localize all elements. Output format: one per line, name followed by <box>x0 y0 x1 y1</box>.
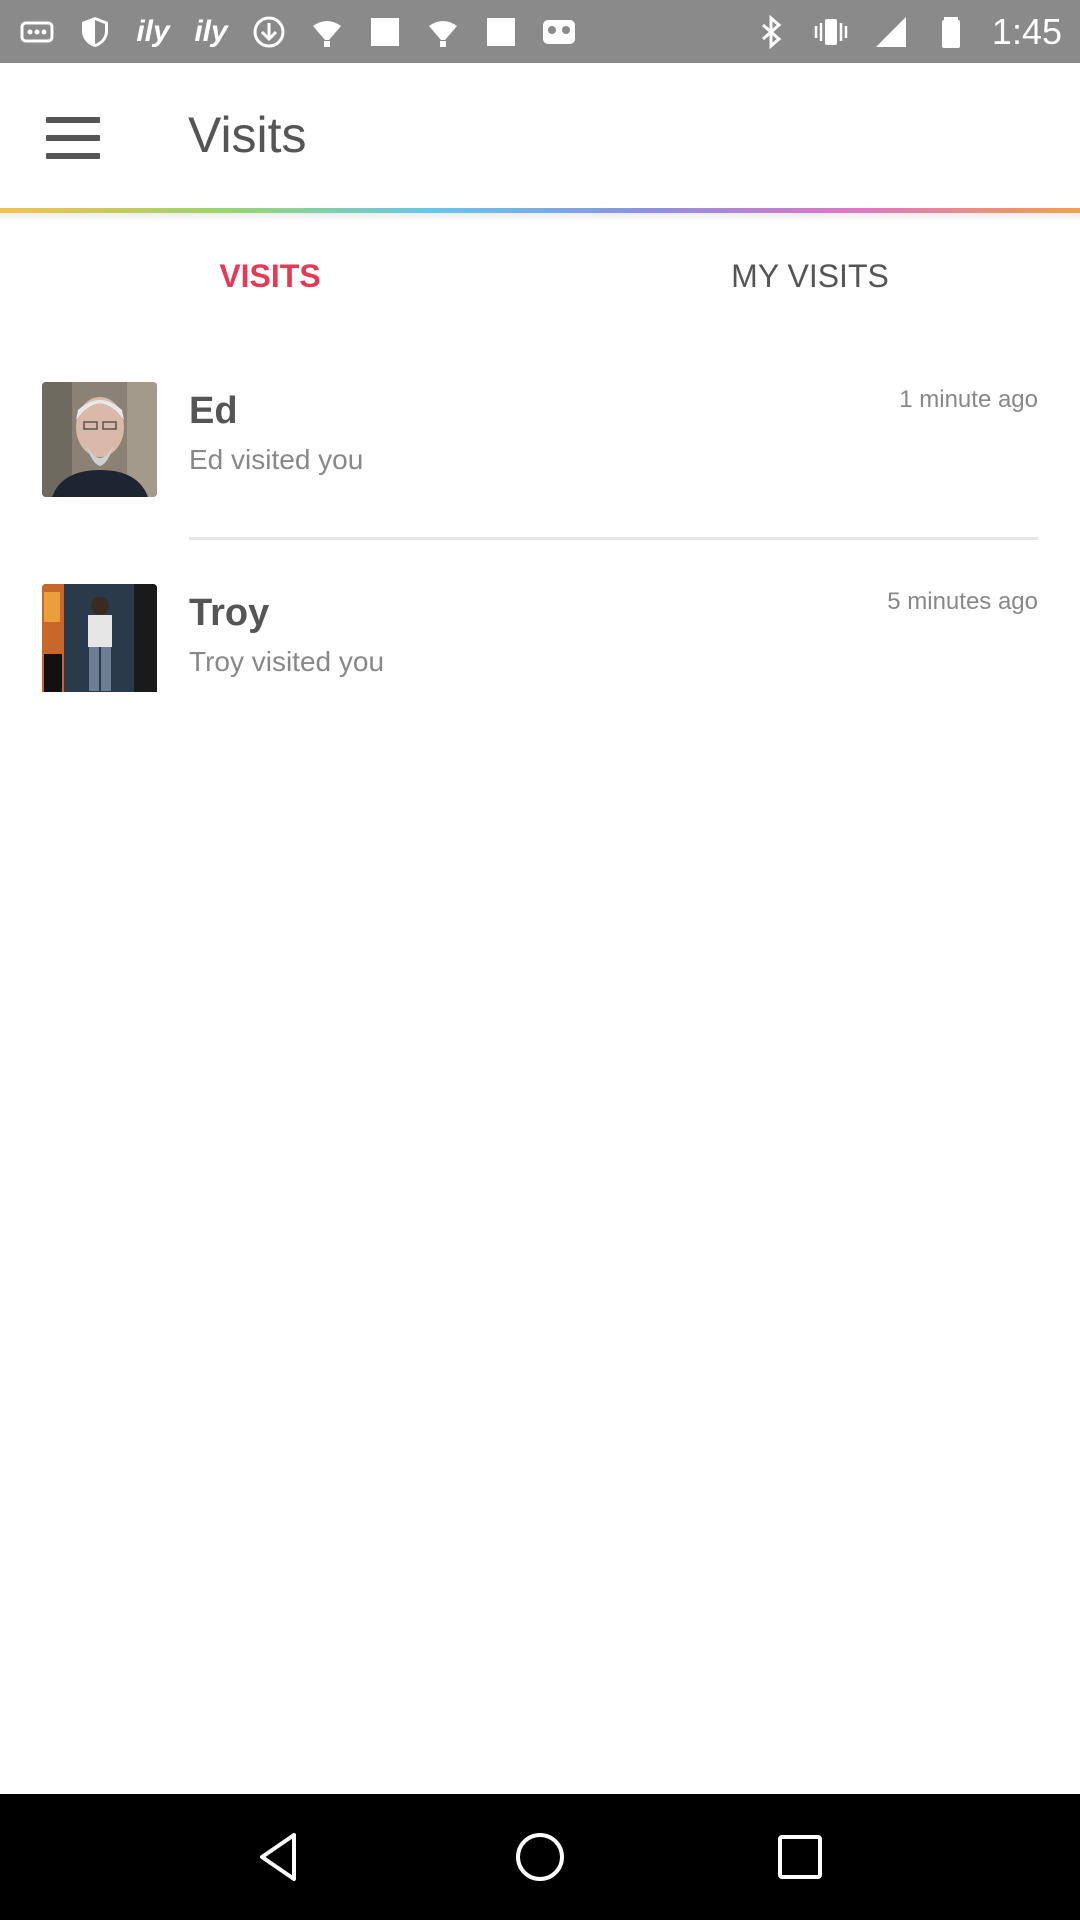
status-bar-system: 1:45 <box>752 11 1062 53</box>
visit-time: 1 minute ago <box>899 386 1038 413</box>
visitor-name: Troy <box>189 592 270 634</box>
clock: 1:45 <box>991 10 1062 52</box>
visits-list: Ed Ed visited you 1 minute ago Troy Troy… <box>0 362 1080 692</box>
tab-bar: VISITS MY VISITS <box>0 220 1080 332</box>
battery-icon <box>932 13 970 51</box>
visit-time: 5 minutes ago <box>887 588 1038 615</box>
page-title: Visits <box>188 107 307 163</box>
back-icon[interactable] <box>245 1822 315 1892</box>
vibrate-icon <box>812 13 850 51</box>
recents-icon[interactable] <box>765 1822 835 1892</box>
more-icon <box>18 13 56 51</box>
tab-my-visits[interactable]: MY VISITS <box>540 220 1080 332</box>
home-icon[interactable] <box>505 1822 575 1892</box>
gamepad-icon <box>540 13 578 51</box>
status-bar-notifications: ily ily <box>18 13 578 51</box>
download-icon <box>250 13 288 51</box>
avatar[interactable] <box>42 382 157 497</box>
shield-icon <box>76 13 114 51</box>
divider <box>189 537 1038 540</box>
list-item[interactable]: Ed Ed visited you 1 minute ago <box>0 362 1080 564</box>
square-icon <box>366 13 404 51</box>
list-item[interactable]: Troy Troy visited you 5 minutes ago <box>0 564 1080 692</box>
visit-message: Troy visited you <box>189 646 385 677</box>
visit-message: Ed visited you <box>189 444 364 475</box>
bluetooth-icon <box>752 13 790 51</box>
tab-visits[interactable]: VISITS <box>0 220 540 332</box>
signal-icon <box>872 13 910 51</box>
ily-icon: ily <box>194 14 228 48</box>
hamburger-menu-icon[interactable] <box>44 117 104 161</box>
lightbulb-icon <box>308 13 346 51</box>
avatar[interactable] <box>42 584 157 692</box>
visitor-name: Ed <box>189 390 238 432</box>
ily-icon: ily <box>136 14 170 48</box>
lightbulb-icon <box>424 13 462 51</box>
square-icon <box>482 13 520 51</box>
app-bar: Visits <box>0 63 1080 210</box>
status-bar: ily ily 1:45 <box>0 0 1080 63</box>
navigation-bar <box>0 1794 1080 1920</box>
